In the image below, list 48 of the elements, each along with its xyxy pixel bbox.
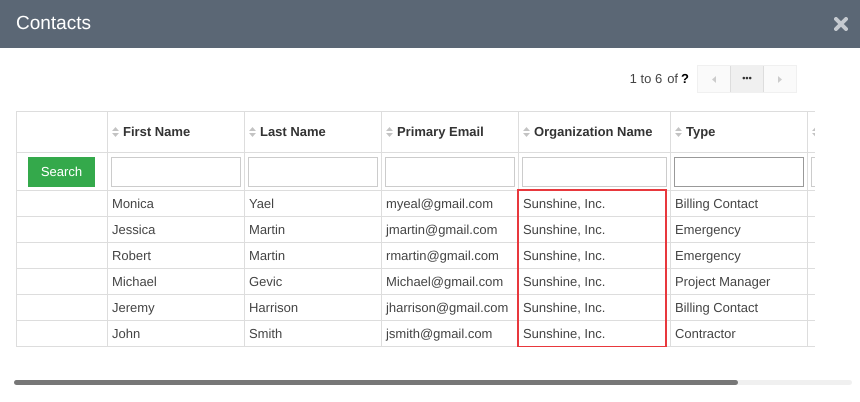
- next-page-button[interactable]: [764, 66, 796, 92]
- table-cell: Sunshine, Inc.: [518, 216, 670, 242]
- close-icon[interactable]: [834, 17, 848, 31]
- table-cell: Robert: [108, 242, 244, 268]
- right-arrow-icon: [778, 76, 782, 82]
- table-cell: Martin: [244, 216, 382, 242]
- table-cell: Michael: [108, 268, 244, 294]
- sort-icon: [386, 127, 393, 137]
- filter-input[interactable]: [111, 156, 241, 186]
- window-title: Contacts: [16, 12, 91, 36]
- table-cell: Monica: [108, 190, 244, 216]
- table-cell: Sunshine, Inc.: [518, 268, 670, 294]
- table-cell: Contractor: [670, 320, 808, 346]
- column-header[interactable]: Organization Name: [518, 112, 670, 152]
- table-cell: Yael: [244, 190, 382, 216]
- table-cell: Sunshine, Inc.: [518, 190, 670, 216]
- sort-icon: [675, 127, 682, 137]
- pager-of: of: [667, 70, 678, 88]
- more-pages-button[interactable]: •••: [730, 66, 764, 92]
- table-cell: Harrison: [244, 294, 382, 320]
- left-arrow-icon: [712, 76, 716, 82]
- column-header[interactable]: Primary Email: [382, 112, 518, 152]
- filter-input[interactable]: [522, 156, 667, 186]
- filter-input[interactable]: [248, 156, 378, 186]
- table-cell: Sunshine, Inc.: [518, 294, 670, 320]
- sort-icon: [523, 127, 530, 137]
- table-cell: Billing Contact: [670, 294, 808, 320]
- pager-total: ?: [681, 70, 689, 88]
- previous-page-button[interactable]: [698, 66, 730, 92]
- column-header[interactable]: First Name: [108, 112, 244, 152]
- column-header[interactable]: Last Name: [244, 112, 382, 152]
- table-cell: Emergency: [670, 216, 808, 242]
- filter-input[interactable]: [385, 156, 515, 186]
- pager-range: 1 to 6: [630, 70, 662, 88]
- table-cell: Smith: [244, 320, 382, 346]
- table-cell: Jessica: [108, 216, 244, 242]
- table-cell: Billing Contact: [670, 190, 808, 216]
- sort-icon: [249, 127, 256, 137]
- table-cell: Sunshine, Inc.: [518, 242, 670, 268]
- sort-icon: [112, 127, 119, 137]
- filter-input[interactable]: [674, 156, 804, 186]
- table-cell: Martin: [244, 242, 382, 268]
- table-cell: John: [108, 320, 244, 346]
- table-cell: Jeremy: [108, 294, 244, 320]
- table-cell: Emergency: [670, 242, 808, 268]
- table-cell: Gevic: [244, 268, 382, 294]
- column-header[interactable]: Type: [670, 112, 808, 152]
- table-cell: Project Manager: [670, 268, 808, 294]
